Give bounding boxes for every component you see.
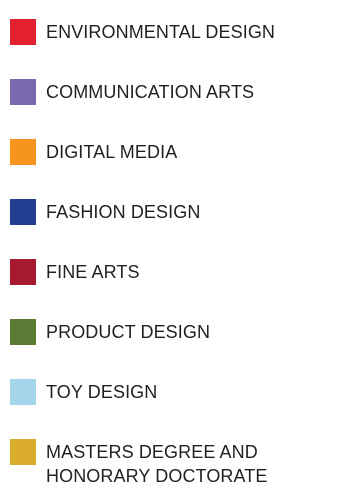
legend-item-fine-arts: FINE ARTS: [10, 259, 336, 285]
product-design-swatch: [10, 319, 36, 345]
legend-label-masters-degree-line2: HONORARY DOCTORATE: [46, 466, 268, 486]
program-color-legend: ENVIRONMENTAL DESIGN COMMUNICATION ARTS …: [0, 0, 338, 498]
legend-label-product-design: PRODUCT DESIGN: [46, 322, 211, 342]
legend-item-masters-degree: MASTERS DEGREE AND HONORARY DOCTORATE: [10, 439, 336, 495]
environmental-design-swatch: [10, 19, 36, 45]
communication-arts-swatch: [10, 79, 36, 105]
legend-label-communication-arts: COMMUNICATION ARTS: [46, 82, 255, 102]
legend-item-product-design: PRODUCT DESIGN: [10, 319, 336, 345]
toy-design-swatch: [10, 379, 36, 405]
masters-degree-swatch: [10, 439, 36, 465]
legend-item-digital-media: DIGITAL MEDIA: [10, 139, 336, 165]
legend-item-fashion-design: FASHION DESIGN: [10, 199, 336, 225]
legend-label-environmental-design: ENVIRONMENTAL DESIGN: [46, 22, 276, 42]
legend-label-masters-degree-line1: MASTERS DEGREE AND: [46, 442, 258, 462]
legend-label-fine-arts: FINE ARTS: [46, 262, 140, 282]
fine-arts-swatch: [10, 259, 36, 285]
legend-label-toy-design: TOY DESIGN: [46, 382, 158, 402]
fashion-design-swatch: [10, 199, 36, 225]
legend-item-toy-design: TOY DESIGN: [10, 379, 336, 405]
legend-label-fashion-design: FASHION DESIGN: [46, 202, 201, 222]
legend-label-digital-media: DIGITAL MEDIA: [46, 142, 178, 162]
legend-item-communication-arts: COMMUNICATION ARTS: [10, 79, 336, 105]
legend-item-environmental-design: ENVIRONMENTAL DESIGN: [10, 19, 336, 45]
digital-media-swatch: [10, 139, 36, 165]
